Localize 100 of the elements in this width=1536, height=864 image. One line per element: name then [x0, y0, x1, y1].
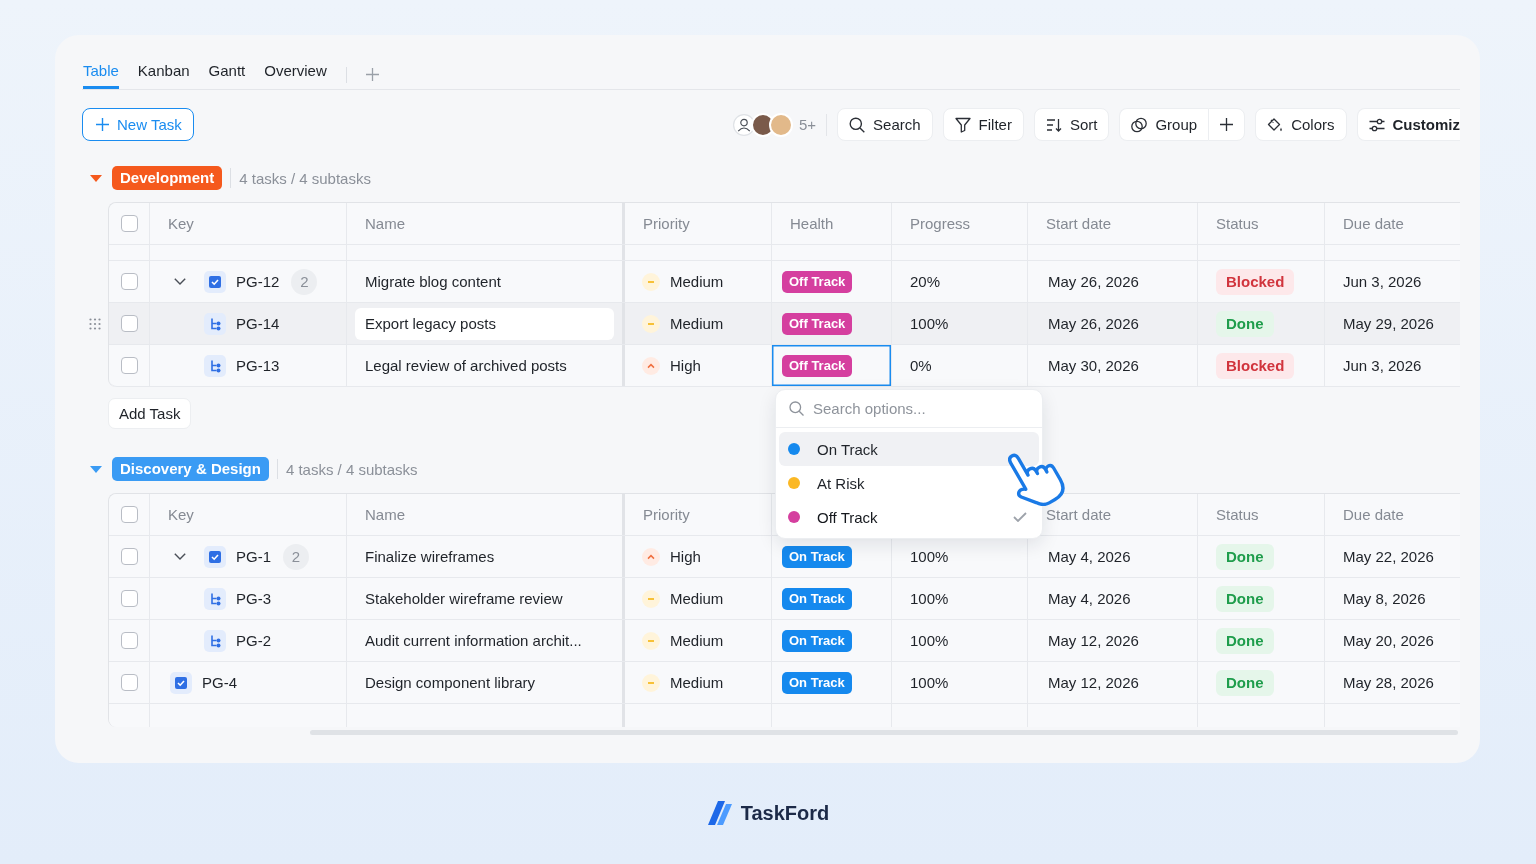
column-header[interactable]: Priority — [625, 203, 772, 244]
column-header[interactable]: Status — [1198, 203, 1325, 244]
task-key[interactable]: PG-14 — [236, 315, 280, 332]
task-summary: 4 tasks / 4 subtasks — [239, 169, 371, 187]
column-header[interactable]: Due date — [1325, 203, 1460, 244]
status-badge[interactable]: Blocked — [1216, 268, 1295, 295]
column-header[interactable]: Progress — [892, 203, 1028, 244]
status-badge[interactable]: Done — [1216, 585, 1274, 612]
checkbox[interactable] — [120, 315, 138, 332]
priority-label: Medium — [670, 674, 724, 691]
table-cell: May 30, 2026 — [1028, 345, 1198, 386]
group-button[interactable]: Group — [1119, 108, 1209, 141]
task-key[interactable]: PG-3 — [236, 590, 271, 607]
colors-button[interactable]: Colors — [1255, 108, 1347, 141]
chevron-icon[interactable] — [174, 553, 186, 560]
table-cell: 100% — [892, 303, 1028, 344]
caret-icon[interactable] — [90, 465, 102, 473]
customize-button[interactable]: Customiz — [1356, 108, 1460, 141]
checkbox[interactable] — [120, 357, 138, 374]
column-header[interactable]: Due date — [1325, 494, 1460, 535]
checkbox[interactable] — [120, 590, 138, 607]
checkbox[interactable] — [120, 632, 138, 649]
column-header[interactable]: Health — [772, 203, 892, 244]
view-tab[interactable]: Kanban — [137, 60, 190, 89]
priority-label: High — [670, 548, 701, 565]
status-badge[interactable]: Done — [1216, 627, 1274, 654]
table-row[interactable]: PG-4 Design component library Medium On Track 100% May 12, 2026 Done May 28, 2026 — [109, 662, 1460, 704]
search-icon — [849, 116, 866, 133]
check-icon — [1013, 512, 1027, 522]
add-task-button[interactable]: Add Task — [108, 398, 192, 429]
name-field[interactable]: Export legacy posts — [355, 307, 614, 340]
health-cell[interactable]: Off Track — [772, 303, 892, 344]
table-cell: 100% — [892, 620, 1028, 661]
avatar[interactable] — [768, 112, 793, 137]
filter-button[interactable]: Filter — [942, 108, 1024, 141]
view-tab[interactable]: Table — [83, 60, 119, 89]
column-header[interactable]: Status — [1198, 494, 1325, 535]
health-cell[interactable]: On Track — [772, 620, 892, 661]
task-key[interactable]: PG-2 — [236, 632, 271, 649]
column-header[interactable]: Start date — [1028, 203, 1198, 244]
view-tab[interactable]: Overview — [264, 60, 327, 89]
caret-icon[interactable] — [90, 174, 102, 182]
status-badge[interactable]: Done — [1216, 310, 1274, 337]
table-row[interactable]: PG-3 Stakeholder wireframe review Medium On Track 100% May 4, 2026 Done May 8, 2026 — [109, 578, 1460, 620]
new-task-button[interactable]: New Task — [82, 108, 194, 141]
group-label: Development — [112, 166, 223, 190]
search-field[interactable]: Search options... — [813, 400, 1029, 417]
subtask-tree-icon — [204, 587, 226, 610]
status-badge[interactable]: Done — [1216, 669, 1274, 696]
health-badge[interactable]: On Track — [782, 629, 852, 652]
add-group-button[interactable] — [1208, 108, 1246, 141]
view-tab[interactable]: Gantt — [208, 60, 246, 89]
health-badge[interactable]: On Track — [782, 587, 852, 610]
task-key[interactable]: PG-13 — [236, 357, 280, 374]
health-cell[interactable]: On Track — [772, 662, 892, 703]
task-check-icon — [204, 545, 226, 568]
column-header[interactable]: Key — [150, 203, 347, 244]
plus-icon — [96, 118, 109, 131]
checkbox[interactable] — [120, 674, 138, 691]
checkbox[interactable] — [120, 273, 138, 290]
plus-icon[interactable] — [365, 68, 379, 81]
select-all-checkbox[interactable] — [120, 506, 138, 523]
status-badge[interactable]: Done — [1216, 543, 1274, 570]
member-count[interactable]: 5+ — [798, 116, 817, 133]
dash-icon — [642, 314, 660, 333]
priority-label: Medium — [670, 315, 724, 332]
sort-button[interactable]: Sort — [1033, 108, 1110, 141]
health-badge[interactable]: On Track — [782, 671, 852, 694]
select-all-checkbox[interactable] — [120, 215, 138, 232]
health-badge[interactable]: Off Track — [782, 312, 853, 335]
table-cell: May 12, 2026 — [1028, 620, 1198, 661]
checkbox[interactable] — [120, 548, 138, 565]
health-cell[interactable]: Off Track — [772, 345, 892, 386]
table-cell: May 4, 2026 — [1028, 578, 1198, 619]
column-header[interactable]: Priority — [625, 494, 772, 535]
task-key[interactable]: PG-1 — [236, 548, 271, 565]
table-row[interactable]: PG-12 2 Migrate blog content Medium Off Track 20% May 26, 2026 Blocked Jun 3, 2026 — [109, 261, 1460, 303]
column-header[interactable]: Key — [150, 494, 347, 535]
health-badge[interactable]: Off Track — [782, 354, 853, 377]
task-summary: 4 tasks / 4 subtasks — [285, 460, 418, 478]
search-button[interactable]: Search — [837, 108, 933, 141]
task-key[interactable]: PG-4 — [202, 674, 237, 691]
table-cell: 100% — [892, 578, 1028, 619]
menu-option[interactable]: On Track — [779, 432, 1039, 466]
task-check-icon — [204, 270, 226, 293]
health-badge[interactable]: On Track — [782, 545, 852, 568]
chevron-icon[interactable] — [174, 278, 186, 285]
table-cell-text: May 8, 2026 — [1342, 589, 1427, 609]
drag-handle-icon[interactable] — [89, 318, 101, 330]
status-badge[interactable]: Blocked — [1216, 352, 1295, 379]
table-row[interactable]: PG-13 Legal review of archived posts High Off Track 0% May 30, 2026 Blocked Jun 3, 2026 — [109, 345, 1460, 387]
task-key[interactable]: PG-12 — [236, 273, 280, 290]
table-row[interactable]: PG-2 Audit current information archit... Medium On Track 100% May 12, 2026 Done May 20, 2026 — [109, 620, 1460, 662]
person-icon[interactable] — [732, 113, 755, 136]
table-row[interactable]: PG-1 2 Finalize wireframes High On Track 100% May 4, 2026 Done May 22, 2026 — [109, 536, 1460, 578]
health-cell[interactable]: Off Track — [772, 261, 892, 302]
health-badge[interactable]: Off Track — [782, 270, 853, 293]
table-cell-text: Jun 3, 2026 — [1342, 356, 1423, 376]
priority-label: High — [670, 357, 701, 374]
health-cell[interactable]: On Track — [772, 578, 892, 619]
